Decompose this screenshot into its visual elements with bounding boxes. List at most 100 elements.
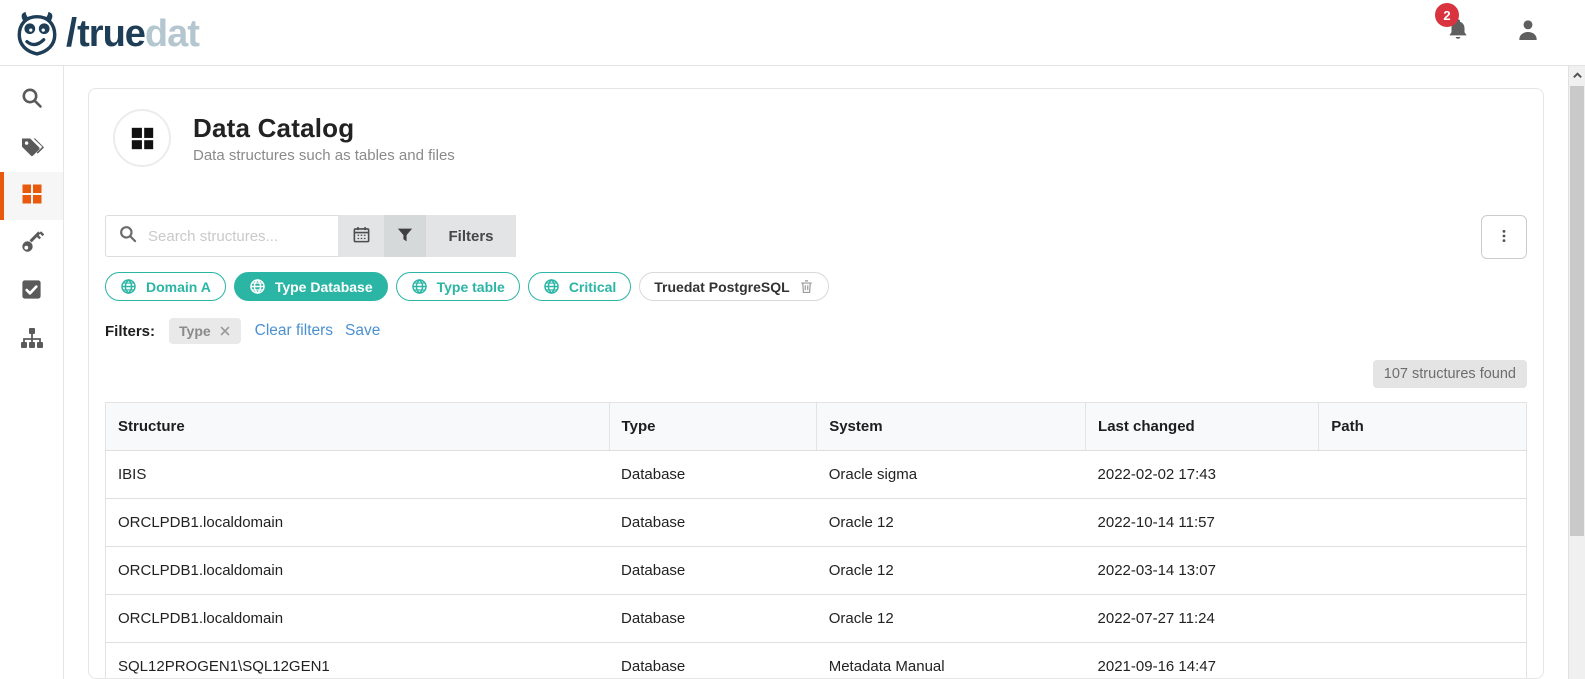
kebab-icon	[1496, 228, 1512, 247]
search-icon	[20, 86, 44, 115]
table-column-header[interactable]: System	[817, 403, 1086, 451]
applied-filter-chip: Type	[169, 318, 241, 344]
filter-chip[interactable]: Truedat PostgreSQL	[639, 272, 828, 301]
table-row[interactable]: ORCLPDB1.localdomainDatabaseOracle 12202…	[106, 499, 1527, 547]
filter-chip-label: Critical	[569, 279, 616, 295]
check-square-icon	[20, 278, 43, 306]
table-cell: Database	[609, 451, 817, 499]
table-row[interactable]: ORCLPDB1.localdomainDatabaseOracle 12202…	[106, 595, 1527, 643]
card-header: Data Catalog Data structures such as tab…	[113, 109, 1527, 167]
table-cell: 2021-09-16 14:47	[1086, 643, 1319, 679]
filter-chip-label: Domain A	[146, 279, 211, 295]
user-menu-button[interactable]	[1515, 17, 1541, 48]
table-cell: 2022-03-14 13:07	[1086, 547, 1319, 595]
table-column-header[interactable]: Structure	[106, 403, 610, 451]
page-subtitle: Data structures such as tables and files	[193, 147, 455, 164]
more-options-button[interactable]	[1481, 215, 1527, 259]
filter-chip[interactable]: Critical	[528, 272, 631, 301]
structure-cell[interactable]: IBIS	[106, 451, 610, 499]
table-row[interactable]: SQL12PROGEN1\SQL12GEN1DatabaseMetadata M…	[106, 643, 1527, 679]
sidebar-item-lineage[interactable]	[0, 316, 63, 364]
table-cell: Database	[609, 499, 817, 547]
topbar: /truedat 2	[0, 0, 1585, 66]
table-column-header[interactable]: Type	[609, 403, 817, 451]
filter-chip[interactable]: Type table	[396, 272, 520, 301]
scroll-up-button[interactable]	[1569, 66, 1585, 84]
notifications-button[interactable]: 2	[1445, 17, 1471, 48]
main-content: Data Catalog Data structures such as tab…	[64, 66, 1568, 679]
table-body: IBISDatabaseOracle sigma2022-02-02 17:43…	[106, 451, 1527, 679]
applied-filters-row: Filters: Type Clear filters Save	[105, 318, 1527, 344]
key-icon	[20, 230, 44, 259]
table-cell	[1319, 643, 1527, 679]
filter-chip-label: Truedat PostgreSQL	[654, 279, 789, 295]
logo-wordmark: /truedat	[62, 13, 199, 53]
sidebar	[0, 66, 64, 679]
applied-filters: Type	[169, 318, 241, 344]
search-box	[105, 215, 338, 257]
table-row[interactable]: IBISDatabaseOracle sigma2022-02-02 17:43	[106, 451, 1527, 499]
table-cell: Oracle 12	[817, 499, 1086, 547]
table-cell	[1319, 547, 1527, 595]
table-cell: 2022-07-27 11:24	[1086, 595, 1319, 643]
sidebar-item-quality[interactable]	[0, 268, 63, 316]
filter-chip-label: Type Database	[275, 279, 373, 295]
data-catalog-icon	[113, 109, 171, 167]
filter-chip[interactable]: Type Database	[234, 272, 388, 301]
tags-icon	[20, 134, 44, 163]
structure-cell[interactable]: ORCLPDB1.localdomain	[106, 547, 610, 595]
results-count-badge: 107 structures found	[1373, 360, 1527, 388]
filter-chip-label: Type table	[437, 279, 505, 295]
table-row[interactable]: ORCLPDB1.localdomainDatabaseOracle 12202…	[106, 547, 1527, 595]
table-cell	[1319, 451, 1527, 499]
filter-toggle-button[interactable]	[384, 215, 426, 257]
globe-icon	[120, 278, 137, 295]
structure-cell[interactable]: ORCLPDB1.localdomain	[106, 499, 610, 547]
filter-chips: Domain A Type Database Type table	[105, 272, 1527, 301]
sidebar-item-tags[interactable]	[0, 124, 63, 172]
scrollbar-thumb[interactable]	[1570, 86, 1584, 536]
table-column-header[interactable]: Path	[1319, 403, 1527, 451]
table-cell: Oracle sigma	[817, 451, 1086, 499]
calendar-icon	[352, 225, 371, 247]
table-cell: Database	[609, 547, 817, 595]
sidebar-item-permissions[interactable]	[0, 220, 63, 268]
truedat-logo[interactable]: /truedat	[14, 10, 199, 56]
remove-filter-icon[interactable]	[219, 325, 231, 337]
sidebar-item-data-catalog[interactable]	[0, 172, 63, 220]
applied-filter-label: Type	[179, 323, 211, 339]
table-header-row: StructureTypeSystemLast changedPath	[106, 403, 1527, 451]
table-cell	[1319, 499, 1527, 547]
table-cell: Oracle 12	[817, 595, 1086, 643]
results-row: 107 structures found	[105, 360, 1527, 388]
sidebar-item-search[interactable]	[0, 76, 63, 124]
data-catalog-card: Data Catalog Data structures such as tab…	[88, 88, 1544, 679]
search-input[interactable]	[148, 228, 326, 245]
table-cell: Metadata Manual	[817, 643, 1086, 679]
table-cell: 2022-10-14 11:57	[1086, 499, 1319, 547]
filter-chip[interactable]: Domain A	[105, 272, 226, 301]
structure-cell[interactable]: ORCLPDB1.localdomain	[106, 595, 610, 643]
trash-icon[interactable]	[799, 279, 814, 294]
page-title: Data Catalog	[193, 113, 455, 144]
table-column-header[interactable]: Last changed	[1086, 403, 1319, 451]
save-filters-link[interactable]: Save	[345, 322, 380, 340]
globe-icon	[411, 278, 428, 295]
clear-filters-link[interactable]: Clear filters	[255, 322, 333, 340]
structure-cell[interactable]: SQL12PROGEN1\SQL12GEN1	[106, 643, 610, 679]
funnel-icon	[396, 226, 414, 247]
table-cell: Database	[609, 643, 817, 679]
vertical-scrollbar[interactable]	[1568, 66, 1585, 679]
globe-icon	[249, 278, 266, 295]
table-cell: Database	[609, 595, 817, 643]
table-cell: 2022-02-02 17:43	[1086, 451, 1319, 499]
user-icon	[1515, 30, 1541, 47]
filters-button[interactable]: Filters	[426, 215, 516, 257]
grid-icon	[20, 182, 44, 211]
toolbar: Filters	[105, 215, 1527, 259]
date-filter-button[interactable]	[338, 215, 384, 257]
bell-icon	[1445, 30, 1471, 47]
notification-count-badge: 2	[1435, 3, 1459, 27]
table-cell: Oracle 12	[817, 547, 1086, 595]
search-icon	[118, 224, 138, 249]
